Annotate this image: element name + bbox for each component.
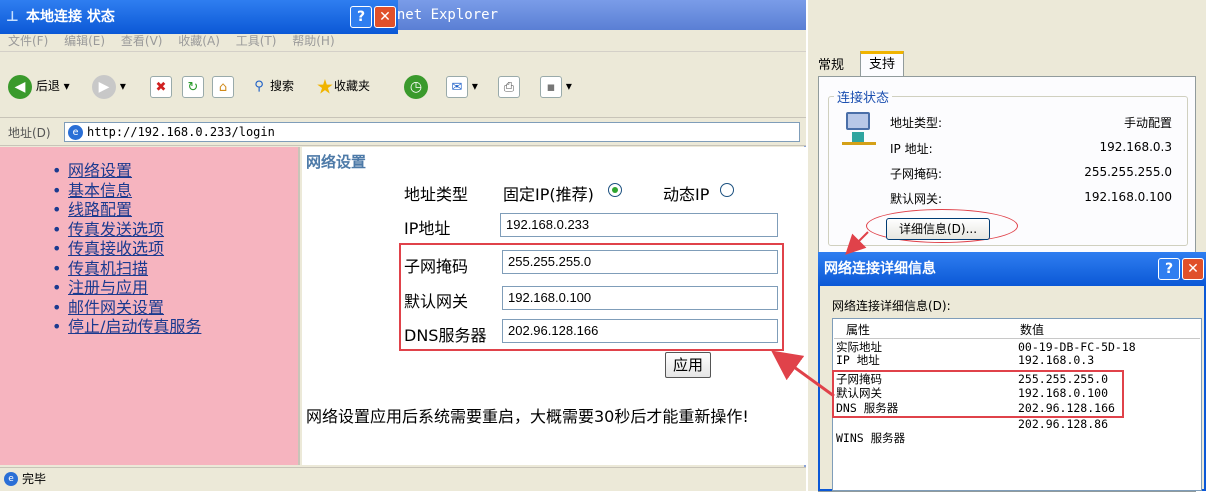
arrow-to-form (771, 350, 835, 398)
annotation-arrows (771, 231, 869, 398)
arrow-to-details (845, 231, 869, 255)
